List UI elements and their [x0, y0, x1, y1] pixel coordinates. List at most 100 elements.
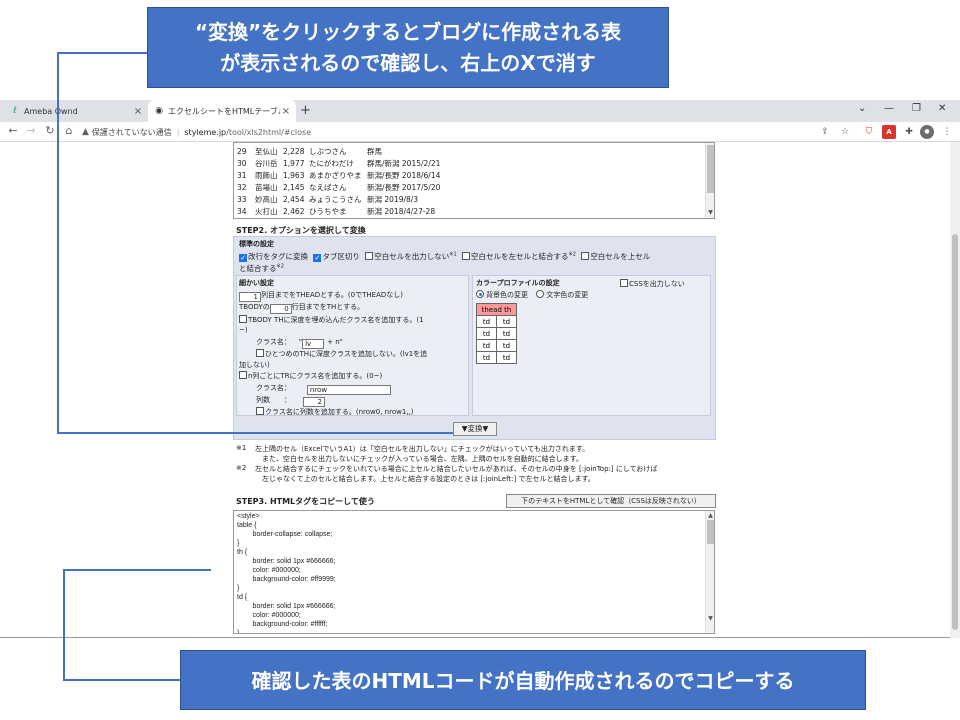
- back-icon[interactable]: ←: [6, 124, 20, 137]
- preview-cell[interactable]: td: [476, 327, 497, 340]
- no-empty-cells-checkbox[interactable]: [365, 252, 374, 260]
- nrow-class-input[interactable]: nrow: [306, 385, 391, 395]
- tab-delimited-checkbox[interactable]: ✓: [313, 254, 322, 262]
- code-line: border: solid 1px #666666;: [237, 603, 336, 610]
- tab-xls2html[interactable]: ◉ エクセルシートをHTMLテーブルに変換 ×: [148, 100, 296, 122]
- add-col-count-setting: クラス名に列数を追加する。(nrow0, nrow1,,): [256, 407, 413, 417]
- first-th-checkbox[interactable]: [256, 349, 264, 357]
- text-color-radio[interactable]: [536, 290, 545, 298]
- list-item: 31 雨飾山 1,963 あまかざりやま 新潟/長野 2018/6/14: [237, 171, 441, 180]
- first-th-continued: 加しない): [239, 361, 270, 369]
- warning-icon: ▲: [82, 127, 89, 137]
- depth-class-checkbox[interactable]: [239, 315, 247, 323]
- code-line: }: [237, 630, 240, 634]
- preview-cell[interactable]: td: [496, 339, 517, 352]
- reload-icon[interactable]: ↻: [43, 124, 57, 137]
- code-line: th {: [237, 549, 248, 556]
- callout-connector-line: [57, 52, 59, 433]
- newline-to-tag-checkbox[interactable]: ✓: [239, 254, 247, 262]
- url-host: styleme.jp: [184, 127, 227, 137]
- textarea-scrollbar[interactable]: ▼: [705, 143, 714, 218]
- extension-shield-icon[interactable]: ⛉: [862, 125, 876, 139]
- color-preview-table: thead th td td td td td td td td: [476, 303, 517, 364]
- tab-ameba-ownd[interactable]: ℓ Ameba Ownd ×: [4, 100, 148, 122]
- avatar[interactable]: ●: [920, 125, 934, 139]
- preview-cell[interactable]: td: [476, 315, 497, 328]
- home-icon[interactable]: ⌂: [62, 124, 76, 137]
- note-1-mark: ※1: [236, 444, 247, 452]
- preview-cell[interactable]: td: [496, 327, 517, 340]
- preview-cell[interactable]: td: [476, 351, 497, 364]
- list-item: 29 至仏山 2,228 しぶつさん 群馬: [237, 147, 382, 156]
- preview-header-cell[interactable]: thead th: [476, 303, 517, 316]
- col-count-setting: 列数 ： 2: [256, 395, 325, 407]
- page-scrollbar[interactable]: [950, 142, 960, 638]
- callout-text-line: “変換”をクリックするとブログに作成される表: [194, 20, 622, 44]
- table-row: thead th: [476, 303, 517, 316]
- list-item: 32 苗場山 2,145 なえばさん 新潟/長野 2017/5/20: [237, 183, 441, 192]
- callout-connector-line: [63, 569, 211, 571]
- callout-connector-line: [57, 432, 453, 434]
- share-icon[interactable]: ⇪: [818, 125, 832, 139]
- scroll-up-icon[interactable]: ▲: [706, 512, 714, 519]
- css-output-checkbox[interactable]: [620, 279, 628, 287]
- add-col-count-checkbox[interactable]: [256, 407, 264, 415]
- nth-col-checkbox[interactable]: [239, 371, 247, 379]
- window-close-icon[interactable]: ✕: [938, 103, 946, 114]
- address-bar[interactable]: ▲ 保護されていない通信 | styleme.jp /tool/xls2html…: [82, 124, 311, 140]
- code-line: }: [237, 540, 240, 547]
- table-row: td td: [476, 339, 517, 352]
- close-icon[interactable]: ×: [132, 106, 144, 117]
- col-count-input[interactable]: 2: [303, 397, 325, 407]
- preview-html-button[interactable]: 下のテキストをHTMLとして確認（CSSは反映されない）: [506, 494, 716, 508]
- tbody-th-input[interactable]: 0: [269, 304, 292, 314]
- step2-title: STEP2. オプションを選択して変換: [236, 226, 366, 235]
- list-item: 34 火打山 2,462 ひうちやま 新潟 2018/4/27-28: [237, 207, 436, 216]
- callout-connector-line: [57, 52, 147, 54]
- bookmark-star-icon[interactable]: ☆: [838, 125, 852, 139]
- scrollbar-thumb[interactable]: [707, 145, 714, 193]
- close-icon[interactable]: ×: [280, 106, 292, 117]
- preview-cell[interactable]: td: [496, 351, 517, 364]
- table-row: td td: [476, 351, 517, 364]
- html-output-textarea[interactable]: <style> table { border-collapse: collaps…: [233, 510, 715, 634]
- pdf-extension-icon[interactable]: A: [882, 125, 896, 139]
- scroll-down-icon[interactable]: ▼: [706, 209, 714, 216]
- thead-rows-input[interactable]: 1: [239, 292, 261, 302]
- source-data-textarea[interactable]: 29 至仏山 2,228 しぶつさん 群馬 30 谷川岳 1,977 たにがわだけ 群馬/新潟 …: [233, 142, 715, 219]
- merge-up-checkbox[interactable]: [581, 252, 590, 260]
- menu-kebab-icon[interactable]: ⋮: [940, 125, 954, 139]
- preview-cell[interactable]: td: [476, 339, 497, 352]
- class-name-input[interactable]: lv: [302, 339, 325, 349]
- code-line: background-color: #ffffff;: [237, 621, 328, 628]
- scrollbar-thumb[interactable]: [707, 520, 714, 544]
- code-line: td {: [237, 594, 248, 601]
- new-tab-button[interactable]: +: [300, 103, 311, 118]
- code-line: background-color: #ff9999;: [237, 576, 336, 583]
- note-1-line-2: また、空白セルを出力しないにチェックが入っている場合、左隅、上隅のセルを自動的に…: [262, 455, 583, 463]
- code-line: color: #000000;: [237, 567, 301, 574]
- merge-left-checkbox[interactable]: [462, 252, 471, 260]
- restore-icon[interactable]: ❐: [912, 103, 921, 114]
- merge-up-continued: と結合する※2: [239, 263, 284, 274]
- textarea-scrollbar[interactable]: ▲ ▼: [705, 511, 714, 633]
- preview-cell[interactable]: td: [496, 315, 517, 328]
- color-target-radios: 背景色の変更 文字色の変更: [476, 290, 588, 300]
- forward-icon[interactable]: →: [24, 124, 38, 137]
- list-item: 30 谷川岳 1,977 たにがわだけ 群馬/新潟 2015/2/21: [237, 159, 441, 168]
- scroll-down-icon[interactable]: ▼: [706, 615, 714, 622]
- scrollbar-thumb[interactable]: [952, 234, 958, 630]
- minimize-icon[interactable]: —: [884, 103, 894, 114]
- annotation-callout-bottom: 確認した表のHTMLコードが自動作成されるのでコピーする: [180, 650, 866, 710]
- tab-search-icon[interactable]: ⌄: [858, 103, 866, 114]
- css-output-setting: CSSを出力しない: [620, 279, 685, 289]
- extensions-puzzle-icon[interactable]: ✚: [902, 125, 916, 139]
- browser-toolbar: ← → ↻ ⌂ ▲ 保護されていない通信 | styleme.jp /tool/…: [0, 122, 960, 142]
- code-line: }: [237, 585, 240, 592]
- url-path: /tool/xls2html/#close: [226, 127, 312, 137]
- convert-button[interactable]: ▼変換▼: [453, 422, 497, 436]
- bg-color-radio[interactable]: [476, 290, 484, 298]
- step3-title: STEP3. HTMLタグをコピーして使う: [236, 497, 375, 506]
- note-1-line-1: 左上隅のセル（ExcelでいうA1）は「空白セルを出力しない」にチェックがはいっ…: [255, 445, 590, 453]
- callout-connector-line: [63, 679, 180, 681]
